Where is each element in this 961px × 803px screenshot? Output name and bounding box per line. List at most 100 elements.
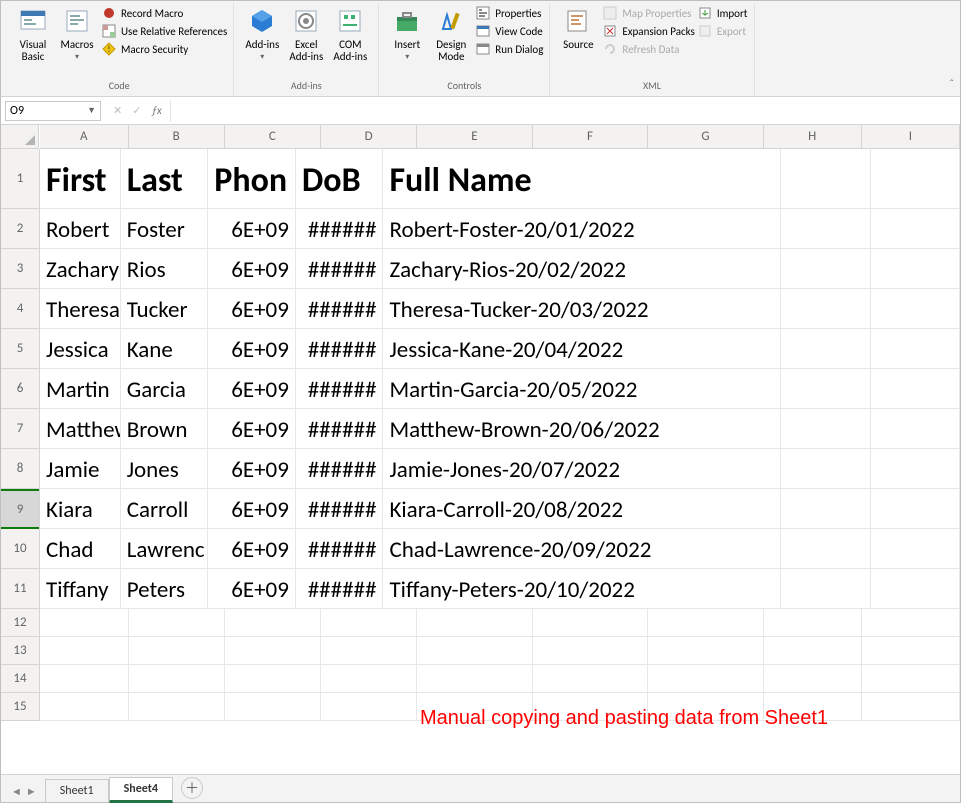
- cell[interactable]: [871, 569, 960, 608]
- cell-dob[interactable]: ######: [296, 329, 384, 368]
- collapse-ribbon-button[interactable]: ˆ: [949, 78, 954, 92]
- select-all-corner[interactable]: [1, 125, 39, 149]
- column-header-E[interactable]: E: [417, 125, 532, 148]
- cell[interactable]: [871, 289, 960, 328]
- formula-input[interactable]: [170, 100, 960, 122]
- cell-phone[interactable]: 6E+09: [208, 529, 296, 568]
- cell[interactable]: [40, 609, 129, 636]
- row-header-2[interactable]: 2: [1, 209, 39, 249]
- row-header-1[interactable]: 1: [1, 149, 39, 209]
- column-header-I[interactable]: I: [862, 125, 960, 148]
- cell[interactable]: [533, 609, 648, 636]
- cancel-formula-icon[interactable]: ✕: [113, 104, 122, 117]
- cell-last[interactable]: Kane: [121, 329, 209, 368]
- cell[interactable]: [871, 329, 960, 368]
- row-header-6[interactable]: 6: [1, 369, 39, 409]
- cell[interactable]: [40, 637, 129, 664]
- cell[interactable]: [871, 209, 960, 248]
- cell[interactable]: [781, 369, 870, 408]
- cell-first[interactable]: Matthew: [40, 409, 121, 448]
- cell-first[interactable]: Jamie: [40, 449, 121, 488]
- cell-dob[interactable]: ######: [296, 489, 384, 528]
- cell[interactable]: [40, 693, 129, 720]
- cell[interactable]: [781, 569, 870, 608]
- cell[interactable]: [225, 637, 321, 664]
- cell[interactable]: [781, 209, 870, 248]
- cell-phone[interactable]: 6E+09: [208, 569, 296, 608]
- cell-fullname[interactable]: Jamie-Jones-20/07/2022: [383, 449, 781, 488]
- cell[interactable]: [871, 449, 960, 488]
- cell-fullname[interactable]: Tiffany-Peters-20/10/2022: [383, 569, 781, 608]
- cell[interactable]: [321, 665, 417, 692]
- excel-addins-button[interactable]: Excel Add-ins: [284, 3, 328, 65]
- run-dialog-button[interactable]: Run Dialog: [475, 41, 543, 57]
- tab-nav-next[interactable]: ►: [26, 785, 37, 798]
- macros-button[interactable]: Macros ▾: [55, 3, 99, 64]
- cell-fullname[interactable]: Martin-Garcia-20/05/2022: [383, 369, 781, 408]
- spreadsheet-grid[interactable]: 123456789101112131415 ABCDEFGHI FirstLas…: [1, 125, 960, 774]
- cell[interactable]: [862, 665, 960, 692]
- cell[interactable]: [781, 289, 870, 328]
- cell[interactable]: [648, 637, 763, 664]
- cell-dob[interactable]: ######: [296, 209, 384, 248]
- expansion-packs-button[interactable]: Expansion Packs: [602, 23, 694, 39]
- import-button[interactable]: Import: [697, 5, 748, 21]
- cell-dob[interactable]: ######: [296, 449, 384, 488]
- cell-first[interactable]: Chad: [40, 529, 121, 568]
- column-header-H[interactable]: H: [764, 125, 862, 148]
- xml-source-button[interactable]: Source: [556, 3, 600, 53]
- cell-phone[interactable]: 6E+09: [208, 409, 296, 448]
- column-header-G[interactable]: G: [648, 125, 763, 148]
- cell[interactable]: [764, 609, 862, 636]
- cell-phone[interactable]: 6E+09: [208, 449, 296, 488]
- properties-button[interactable]: Properties: [475, 5, 543, 21]
- cell[interactable]: [871, 149, 960, 208]
- cell-fullname[interactable]: Matthew-Brown-20/06/2022: [383, 409, 781, 448]
- macro-security-button[interactable]: ! Macro Security: [101, 41, 227, 57]
- fx-icon[interactable]: ƒx: [151, 104, 161, 117]
- cell[interactable]: [862, 609, 960, 636]
- header-dob[interactable]: DoB: [296, 149, 384, 208]
- cell[interactable]: [781, 449, 870, 488]
- cell-phone[interactable]: 6E+09: [208, 249, 296, 288]
- row-header-7[interactable]: 7: [1, 409, 39, 449]
- cell[interactable]: [871, 529, 960, 568]
- cell[interactable]: [225, 609, 321, 636]
- header-phone[interactable]: Phon: [208, 149, 296, 208]
- row-header-4[interactable]: 4: [1, 289, 39, 329]
- cell[interactable]: [417, 609, 532, 636]
- cell-first[interactable]: Robert: [40, 209, 121, 248]
- cell-last[interactable]: Jones: [121, 449, 209, 488]
- visual-basic-button[interactable]: Visual Basic: [11, 3, 55, 65]
- com-addins-button[interactable]: COM Add-ins: [328, 3, 372, 65]
- cell[interactable]: [321, 609, 417, 636]
- design-mode-button[interactable]: Design Mode: [429, 3, 473, 65]
- cell-phone[interactable]: 6E+09: [208, 289, 296, 328]
- cell[interactable]: [781, 329, 870, 368]
- cell-fullname[interactable]: Chad-Lawrence-20/09/2022: [383, 529, 781, 568]
- cell-dob[interactable]: ######: [296, 409, 384, 448]
- column-header-B[interactable]: B: [129, 125, 225, 148]
- tab-nav-prev[interactable]: ◄: [11, 785, 22, 798]
- cell-dob[interactable]: ######: [296, 569, 384, 608]
- cell[interactable]: [781, 249, 870, 288]
- cell[interactable]: [871, 369, 960, 408]
- cell[interactable]: [862, 693, 960, 720]
- cell[interactable]: [417, 637, 532, 664]
- cell[interactable]: [648, 609, 763, 636]
- cell[interactable]: [781, 409, 870, 448]
- column-header-A[interactable]: A: [40, 125, 129, 148]
- column-header-C[interactable]: C: [225, 125, 321, 148]
- cell-dob[interactable]: ######: [296, 529, 384, 568]
- cell[interactable]: [321, 693, 417, 720]
- cell[interactable]: [871, 249, 960, 288]
- cell-fullname[interactable]: Jessica-Kane-20/04/2022: [383, 329, 781, 368]
- cell-last[interactable]: Brown: [121, 409, 209, 448]
- name-box[interactable]: O9 ▼: [5, 101, 101, 121]
- cell-last[interactable]: Carroll: [121, 489, 209, 528]
- cell-first[interactable]: Kiara: [40, 489, 121, 528]
- row-header-8[interactable]: 8: [1, 449, 39, 489]
- header-fullname[interactable]: Full Name: [383, 149, 781, 208]
- row-header-11[interactable]: 11: [1, 569, 39, 609]
- cell[interactable]: [129, 609, 225, 636]
